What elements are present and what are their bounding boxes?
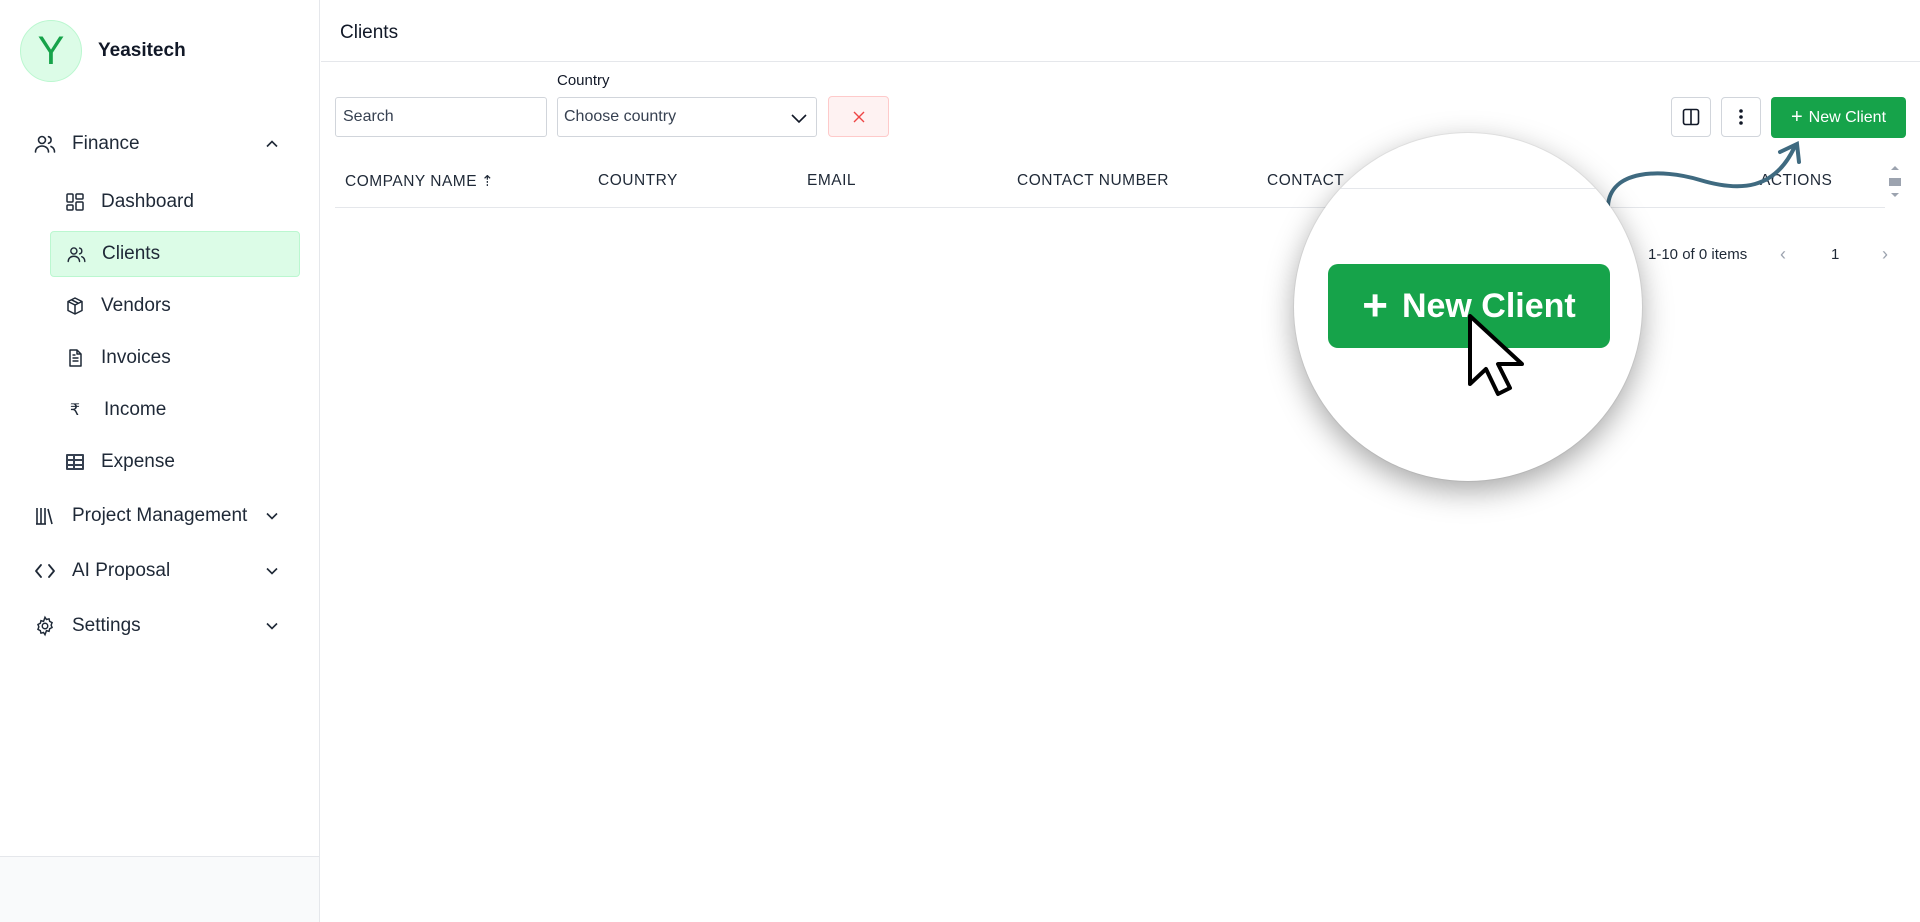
sidebar-item-label: Dashboard — [101, 191, 194, 212]
dashboard-grid-icon — [64, 191, 86, 213]
nav-group-label: Settings — [72, 615, 141, 636]
new-client-label: New Client — [1808, 108, 1887, 126]
brand-name: Yeasitech — [98, 40, 186, 61]
sidebar-item-clients[interactable]: Clients — [50, 231, 300, 277]
callout-arrow — [1606, 140, 1801, 208]
sidebar-item-label: Clients — [102, 243, 161, 264]
sidebar-item-label: Vendors — [101, 295, 171, 316]
column-header-country[interactable]: COUNTRY — [598, 172, 678, 190]
chevron-down-icon — [266, 512, 278, 520]
new-client-button[interactable]: + New Client — [1771, 97, 1906, 138]
pagination-summary: 1-10 of 0 items — [1648, 246, 1748, 263]
zoom-callout: + New Client — [1294, 133, 1642, 481]
nav-group-finance[interactable]: Finance — [32, 128, 282, 160]
sidebar-item-invoices[interactable]: Invoices — [50, 335, 300, 381]
sidebar-item-income[interactable]: ₹ Income — [50, 387, 300, 433]
sidebar-item-label: Invoices — [101, 347, 171, 368]
column-header-company-name[interactable]: COMPANY NAME ⇡ — [345, 172, 494, 191]
divider — [1324, 188, 1642, 189]
sidebar-item-vendors[interactable]: Vendors — [50, 283, 300, 329]
library-icon — [32, 503, 58, 529]
rupee-icon: ₹ — [69, 402, 81, 419]
country-select-value: Choose country — [564, 108, 677, 125]
sidebar: Y Yeasitech Finance Dashboard Clients Ve… — [0, 0, 320, 922]
column-header-label: COMPANY NAME — [345, 173, 478, 190]
sidebar-item-label: Expense — [101, 451, 175, 472]
nav-group-settings[interactable]: Settings — [32, 610, 282, 642]
chevron-up-icon — [266, 140, 278, 148]
more-vertical-icon — [1739, 109, 1743, 125]
mouse-pointer-icon — [1468, 314, 1524, 396]
country-select[interactable]: Choose country — [557, 97, 817, 137]
chevron-down-icon — [266, 622, 278, 630]
sidebar-item-expense[interactable]: Expense — [50, 439, 300, 485]
column-header-contact-number[interactable]: CONTACT NUMBER — [1017, 172, 1169, 190]
columns-icon — [1682, 108, 1700, 126]
chevron-down-icon — [791, 114, 807, 124]
sidebar-item-label: Income — [104, 399, 167, 420]
nav-group-project-management[interactable]: Project Management — [32, 500, 282, 532]
nav-group-label: Finance — [72, 133, 140, 154]
page-number[interactable]: 1 — [1831, 246, 1839, 263]
clear-filter-button[interactable] — [828, 96, 889, 137]
sort-ascending-icon: ⇡ — [481, 173, 495, 190]
brand-avatar: Y — [20, 20, 82, 82]
gear-icon — [32, 613, 58, 639]
brand[interactable]: Y Yeasitech — [20, 20, 186, 82]
users-icon — [65, 243, 87, 265]
nav-group-label: AI Proposal — [72, 560, 171, 581]
chevron-down-icon — [266, 567, 278, 575]
nav-group-label: Project Management — [72, 505, 248, 526]
plus-icon: + — [1790, 106, 1803, 128]
column-toggle-button[interactable] — [1671, 97, 1711, 137]
chevron-left-icon[interactable]: ‹ — [1780, 244, 1786, 265]
plus-icon: + — [1362, 281, 1388, 330]
more-options-button[interactable] — [1721, 97, 1761, 137]
document-icon — [64, 347, 86, 369]
ledger-icon — [64, 451, 86, 473]
users-icon — [32, 131, 58, 157]
column-header-email[interactable]: EMAIL — [807, 172, 856, 190]
sidebar-item-dashboard[interactable]: Dashboard — [50, 179, 300, 225]
search-input[interactable] — [335, 97, 547, 137]
close-icon — [853, 111, 864, 122]
country-filter-label: Country — [557, 72, 610, 89]
chevron-right-icon[interactable]: › — [1882, 244, 1888, 265]
sidebar-footer — [0, 856, 319, 922]
page-title: Clients — [340, 22, 399, 43]
scroll-indicator[interactable] — [1888, 163, 1902, 201]
code-icon — [32, 558, 58, 584]
top-bar: Clients — [321, 0, 1920, 62]
box-icon — [64, 295, 86, 317]
nav-group-ai-proposal[interactable]: AI Proposal — [32, 555, 282, 587]
